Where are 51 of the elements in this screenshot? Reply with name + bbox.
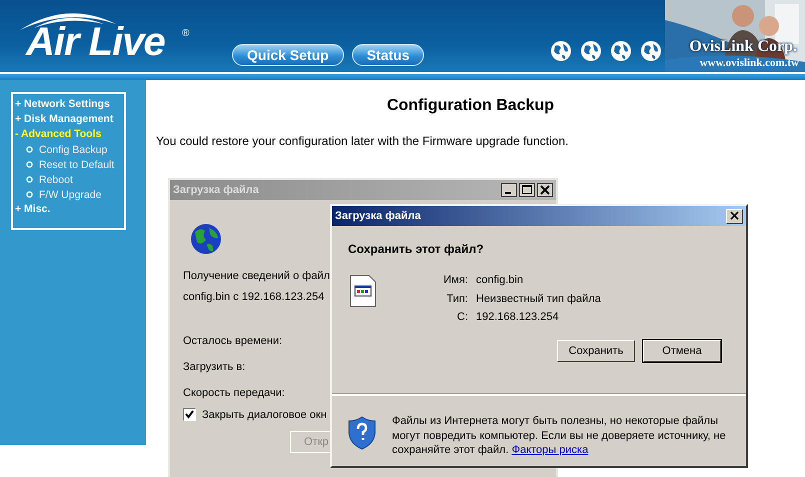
dialog-question: Сохранить этот файл? [348, 241, 485, 256]
maximize-icon[interactable] [519, 183, 535, 197]
info-value: Неизвестный тип файла [476, 292, 601, 306]
risk-link[interactable]: Факторы риска [512, 444, 588, 456]
info-label: Тип: [446, 292, 468, 306]
bullet-icon [26, 176, 33, 183]
globe-icon [189, 222, 223, 256]
file-icon [350, 275, 376, 307]
checkbox[interactable] [183, 408, 196, 421]
bullet-icon [26, 191, 33, 198]
page-title: Configuration Backup [386, 97, 556, 115]
bullet-icon [26, 161, 33, 168]
close-button[interactable]: × [726, 208, 743, 224]
globe-icon[interactable] [610, 40, 632, 62]
globe-icon[interactable] [580, 40, 602, 62]
info-label: С: [456, 310, 468, 325]
menu-item[interactable]: + Disk Management [15, 112, 124, 127]
dialog-button[interactable]: Сохранить [557, 340, 635, 362]
registered-mark: ® [182, 28, 190, 39]
checkbox-label[interactable]: Закрыть диалоговое окн [202, 408, 327, 420]
menu-item[interactable]: - Advanced Tools [15, 127, 124, 142]
globe-icon[interactable] [550, 40, 572, 62]
field-label: Осталось времени: [183, 334, 282, 349]
nav-button[interactable]: Quick Setup [232, 44, 344, 66]
shield-question-icon [348, 416, 376, 450]
close-icon[interactable] [537, 183, 553, 197]
globe-icon[interactable] [640, 40, 662, 62]
field-label: Загрузить в: [183, 360, 246, 375]
info-value: 192.168.123.254 [476, 310, 559, 325]
dialog-button[interactable]: Отмена [643, 340, 721, 362]
status-text: config.bin с 192.168.123.254 [183, 290, 324, 305]
window-title: Загрузка файла [335, 210, 421, 222]
menu-item[interactable]: + Network Settings [15, 97, 124, 112]
open-button[interactable]: Откр [290, 431, 330, 453]
bullet-icon [26, 146, 33, 153]
logo-text: Air Live [26, 20, 165, 65]
field-label: Скорость передачи: [183, 386, 285, 401]
nav-button[interactable]: Status [352, 44, 424, 66]
submenu-item[interactable]: F/W Upgrade [39, 188, 102, 200]
minimize-icon[interactable] [501, 183, 517, 197]
info-label: Имя: [442, 273, 468, 288]
submenu-item[interactable]: Reboot [39, 174, 73, 186]
submenu-item[interactable]: Config Backup [39, 144, 108, 156]
menu-item[interactable]: + Misc. [15, 202, 124, 217]
info-value: config.bin [476, 273, 524, 288]
description: You could restore your configuration later with the Firmware upgrade function. [156, 134, 570, 148]
window-title: Загрузка файла [173, 184, 259, 196]
website-url: www.ovislink.com.tw [700, 57, 799, 69]
submenu-item[interactable]: Reset to Default [39, 158, 114, 170]
warning-text: Файлы из Интернета могут быть полезны, но некоторые файлы могут повредить компьютер. Если вы не доверяете источнику, не сохраняйте этот файл. Факторы риска [392, 414, 727, 458]
status-text: Получение сведений о файл [183, 269, 330, 284]
